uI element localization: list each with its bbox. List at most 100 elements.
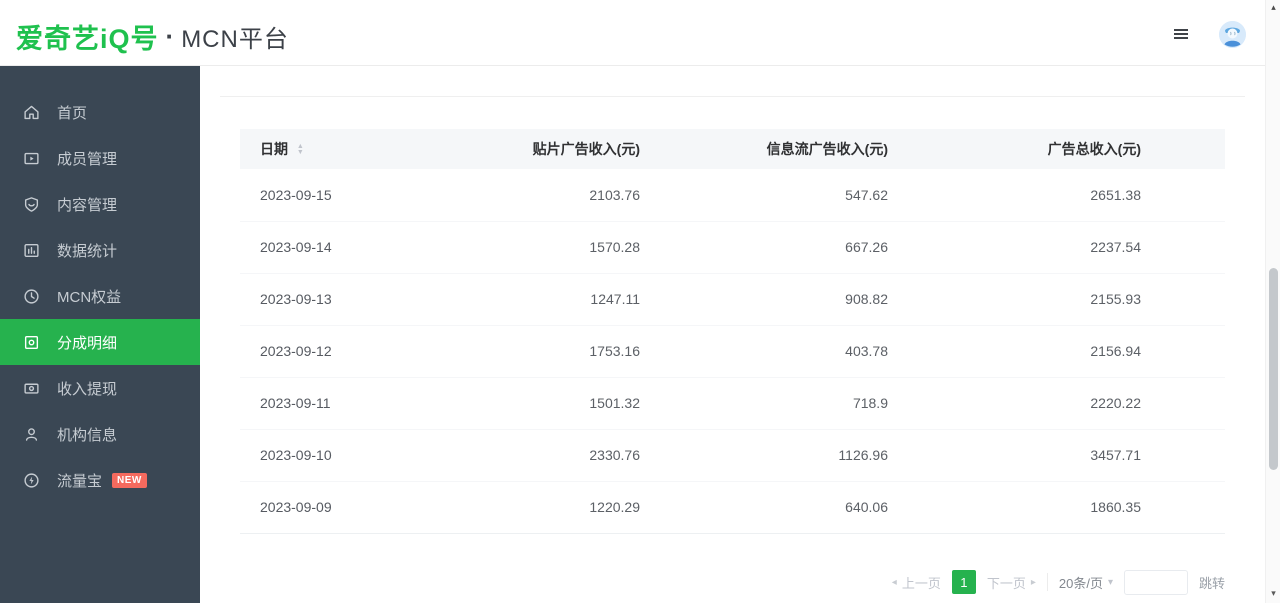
cell-preroll-revenue: 1501.32	[440, 377, 640, 429]
cell-preroll-revenue: 1220.29	[440, 481, 640, 533]
sidebar-item-share[interactable]: 分成明细	[0, 319, 200, 365]
table-row: 2023-09-102330.761126.963457.71	[240, 429, 1225, 481]
cell-feed-revenue: 547.62	[640, 169, 888, 221]
sidebar-item-withdraw[interactable]: 收入提现	[0, 365, 200, 411]
cell-total-revenue: 2237.54	[888, 221, 1225, 273]
cell-feed-revenue: 1126.96	[640, 429, 888, 481]
page-size-label: 20条/页	[1059, 573, 1103, 592]
table-body: 2023-09-152103.76547.622651.382023-09-14…	[240, 169, 1225, 533]
cell-preroll-revenue: 1570.28	[440, 221, 640, 273]
content-icon	[23, 196, 40, 213]
table-row: 2023-09-121753.16403.782156.94	[240, 325, 1225, 377]
new-badge: NEW	[112, 473, 147, 488]
table-row: 2023-09-111501.32718.92220.22	[240, 377, 1225, 429]
column-header-preroll-revenue: 贴片广告收入(元)	[440, 129, 640, 169]
cell-preroll-revenue: 2103.76	[440, 169, 640, 221]
logo-brand-text: 爱奇艺iQ号	[16, 17, 159, 56]
scroll-down-icon[interactable]: ▾	[1266, 588, 1280, 599]
column-header-date-label: 日期	[260, 141, 288, 157]
content-divider	[220, 66, 1245, 97]
sidebar-item-label: 收入提现	[57, 378, 117, 399]
main-content: 日期 ▲ ▼ 贴片广告收入(元) 信息流广告收入(元) 广告总收入(元) 202…	[200, 66, 1265, 603]
hamburger-menu-icon[interactable]	[1174, 29, 1188, 39]
sidebar-item-label: 成员管理	[57, 148, 117, 169]
cell-preroll-revenue: 1753.16	[440, 325, 640, 377]
next-page-button[interactable]: 下一页 ▸	[987, 573, 1036, 592]
members-icon	[23, 150, 40, 167]
cell-date: 2023-09-12	[240, 325, 440, 377]
sidebar-item-label: 流量宝	[57, 470, 102, 491]
cell-preroll-revenue: 2330.76	[440, 429, 640, 481]
top-header: 爱奇艺iQ号 · MCN平台	[0, 0, 1280, 66]
sidebar-item-traffic[interactable]: 流量宝 NEW	[0, 457, 200, 503]
cell-feed-revenue: 908.82	[640, 273, 888, 325]
jump-button[interactable]: 跳转	[1199, 573, 1225, 592]
table-row: 2023-09-091220.29640.061860.35	[240, 481, 1225, 533]
table-row: 2023-09-131247.11908.822155.93	[240, 273, 1225, 325]
prev-caret-icon: ◂	[892, 577, 897, 588]
cell-date: 2023-09-11	[240, 377, 440, 429]
sidebar-item-members[interactable]: 成员管理	[0, 135, 200, 181]
withdraw-icon	[23, 380, 40, 397]
cell-date: 2023-09-10	[240, 429, 440, 481]
table-row: 2023-09-152103.76547.622651.38	[240, 169, 1225, 221]
cell-date: 2023-09-13	[240, 273, 440, 325]
sidebar-item-org[interactable]: 机构信息	[0, 411, 200, 457]
traffic-bolt-icon	[23, 472, 40, 489]
sidebar-item-label: 内容管理	[57, 194, 117, 215]
sidebar: 首页成员管理内容管理数据统计 MCN权益分成明细收入提现机构信息流量宝 NEW	[0, 66, 200, 603]
stats-icon	[23, 242, 40, 259]
sidebar-item-label: 分成明细	[57, 332, 117, 353]
cell-total-revenue: 2220.22	[888, 377, 1225, 429]
cell-total-revenue: 2155.93	[888, 273, 1225, 325]
cell-date: 2023-09-15	[240, 169, 440, 221]
cell-feed-revenue: 403.78	[640, 325, 888, 377]
prev-page-button[interactable]: ◂ 上一页	[892, 573, 941, 592]
avatar-figure	[1219, 21, 1246, 48]
cell-total-revenue: 2651.38	[888, 169, 1225, 221]
next-page-label: 下一页	[987, 573, 1026, 592]
table-header-row: 日期 ▲ ▼ 贴片广告收入(元) 信息流广告收入(元) 广告总收入(元)	[240, 129, 1225, 169]
cell-preroll-revenue: 1247.11	[440, 273, 640, 325]
column-header-feed-revenue: 信息流广告收入(元)	[640, 129, 888, 169]
sidebar-item-label: 机构信息	[57, 424, 117, 445]
column-header-total-revenue: 广告总收入(元)	[888, 129, 1225, 169]
scrollbar[interactable]: ▴ ▾	[1265, 0, 1280, 603]
scrollbar-thumb[interactable]	[1269, 268, 1278, 470]
cell-date: 2023-09-09	[240, 481, 440, 533]
next-caret-icon: ▸	[1031, 577, 1036, 588]
sidebar-item-stats[interactable]: 数据统计	[0, 227, 200, 273]
sort-desc-icon: ▼	[297, 150, 304, 156]
sort-icon[interactable]: ▲ ▼	[297, 144, 304, 156]
home-icon	[23, 104, 40, 121]
sidebar-item-rights[interactable]: MCN权益	[0, 273, 200, 319]
cell-total-revenue: 3457.71	[888, 429, 1225, 481]
table-row: 2023-09-141570.28667.262237.54	[240, 221, 1225, 273]
sidebar-item-content[interactable]: 内容管理	[0, 181, 200, 227]
page: 爱奇艺iQ号 · MCN平台 首页成员管理内容管理数据统计 MCN权益分成明细收入…	[0, 0, 1280, 603]
cell-total-revenue: 2156.94	[888, 325, 1225, 377]
logo-platform-text: MCN平台	[181, 19, 289, 54]
cell-total-revenue: 1860.35	[888, 481, 1225, 533]
page-number-button[interactable]: 1	[952, 570, 976, 594]
column-header-date[interactable]: 日期 ▲ ▼	[240, 129, 440, 169]
scroll-up-icon[interactable]: ▴	[1266, 2, 1280, 13]
user-avatar[interactable]	[1219, 21, 1246, 48]
jump-page-input[interactable]	[1124, 570, 1188, 595]
revenue-table: 日期 ▲ ▼ 贴片广告收入(元) 信息流广告收入(元) 广告总收入(元) 202…	[240, 129, 1225, 534]
logo-separator: ·	[166, 21, 175, 52]
cell-feed-revenue: 718.9	[640, 377, 888, 429]
cell-feed-revenue: 667.26	[640, 221, 888, 273]
sidebar-item-label: 首页	[57, 102, 87, 123]
cell-date: 2023-09-14	[240, 221, 440, 273]
app-logo: 爱奇艺iQ号 · MCN平台	[16, 17, 289, 56]
select-caret-icon: ▾	[1108, 577, 1113, 588]
organization-icon	[23, 426, 40, 443]
cell-feed-revenue: 640.06	[640, 481, 888, 533]
sidebar-item-label: 数据统计	[57, 240, 117, 261]
pagination-divider	[1047, 573, 1048, 591]
sidebar-menu: 首页成员管理内容管理数据统计 MCN权益分成明细收入提现机构信息流量宝 NEW	[0, 89, 200, 503]
page-size-select[interactable]: 20条/页 ▾	[1059, 573, 1113, 592]
sidebar-item-home[interactable]: 首页	[0, 89, 200, 135]
revenue-share-icon	[23, 334, 40, 351]
